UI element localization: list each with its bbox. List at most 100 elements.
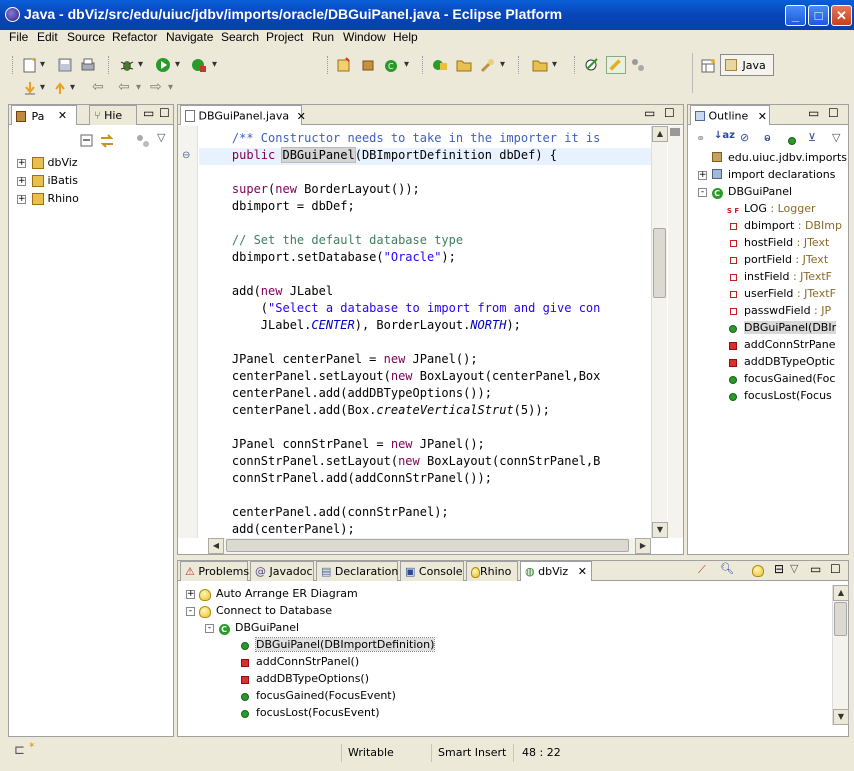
outline-item[interactable]: userField : JTextF	[726, 287, 836, 301]
visualize-icon[interactable]: ⟋	[698, 563, 706, 577]
debug-icon[interactable]	[119, 57, 135, 73]
external-tools-dropdown-icon[interactable]: ▾	[212, 59, 217, 70]
scroll-thumb[interactable]	[834, 602, 847, 636]
code-line[interactable]: centerPanel.add(Box.createVerticalStrut(…	[203, 402, 651, 419]
tab-dbguipanel-java[interactable]: DBGuiPanel.java ✕	[180, 105, 306, 125]
expand-icon[interactable]: -	[698, 187, 707, 197]
perspective-dropdown-icon[interactable]: ▾	[552, 59, 557, 70]
hide-non-public-icon[interactable]	[788, 134, 796, 147]
debug-dropdown-icon[interactable]: ▾	[138, 59, 143, 70]
back-icon[interactable]: ⇦	[118, 79, 130, 95]
scroll-right-button[interactable]: ▶	[635, 538, 651, 554]
outline-item[interactable]: dbimport : DBImp	[726, 219, 842, 233]
code-line[interactable]: dbimport = dbDef;	[203, 198, 651, 215]
scroll-thumb[interactable]	[226, 539, 629, 552]
minimize-view-icon[interactable]: ▭	[143, 106, 154, 120]
outline-item[interactable]: addDBTypeOptic	[726, 355, 835, 369]
outline-item[interactable]: focusLost(Focus	[726, 389, 832, 403]
expand-icon[interactable]: -	[205, 623, 214, 633]
project-item[interactable]: + Rhino	[17, 192, 79, 205]
minimize-view-icon[interactable]: ▭	[808, 106, 819, 120]
fast-view-icon[interactable]: ⊏	[14, 743, 25, 758]
menu-run[interactable]: Run	[312, 30, 334, 44]
code-line[interactable]	[203, 164, 651, 181]
menu-window[interactable]: Window	[343, 30, 386, 44]
code-line[interactable]: centerPanel.add(addDBTypeOptions());	[203, 385, 651, 402]
minimize-view-icon[interactable]: ▭	[810, 562, 821, 576]
sort-icon[interactable]: ↓az	[714, 130, 735, 141]
open-folder-icon[interactable]	[456, 57, 472, 73]
dbviz-tree-item[interactable]: - Connect to Database	[186, 604, 332, 618]
menu-refactor[interactable]: Refactor	[112, 30, 157, 44]
zoom-icon[interactable]: 🔍︎	[720, 562, 734, 575]
forward-icon[interactable]: ⇨	[150, 79, 162, 95]
menu-project[interactable]: Project	[266, 30, 303, 44]
scroll-thumb[interactable]	[653, 228, 666, 298]
tab-rhino[interactable]: Rhino	[466, 561, 518, 581]
back-edit-location-icon[interactable]: ⇦	[92, 79, 104, 95]
next-annotation-icon[interactable]	[22, 80, 38, 96]
dbviz-tree-item[interactable]: focusGained(FocusEvent)	[224, 689, 396, 703]
menu-source[interactable]: Source	[67, 30, 105, 44]
open-perspective-folder-icon[interactable]	[532, 57, 548, 73]
view-menu-icon[interactable]: ▽	[832, 131, 840, 144]
hide-static-icon[interactable]: ⱺ	[764, 131, 771, 144]
code-line[interactable]	[203, 266, 651, 283]
save-icon[interactable]	[57, 57, 73, 73]
forward-dropdown-icon[interactable]: ▾	[168, 82, 173, 93]
tab-console[interactable]: ▣ Console	[400, 561, 464, 581]
code-line[interactable]: public DBGuiPanel(DBImportDefinition dbD…	[203, 147, 651, 164]
outline-item[interactable]: passwdField : JP	[726, 304, 831, 318]
dbviz-tree-item[interactable]: DBGuiPanel(DBImportDefinition)	[224, 637, 436, 652]
maximize-view-icon[interactable]: ☐	[664, 106, 675, 120]
mark-occurrences-icon[interactable]	[606, 56, 626, 74]
code-line[interactable]: JLabel.CENTER), BorderLayout.NORTH);	[203, 317, 651, 334]
back-dropdown-icon[interactable]: ▾	[136, 82, 141, 93]
tab-declaration[interactable]: ▤ Declaration	[316, 561, 398, 581]
external-tools-icon[interactable]	[191, 57, 207, 73]
scroll-up-button[interactable]: ▲	[652, 126, 668, 142]
scroll-down-button[interactable]: ▼	[833, 709, 849, 725]
tab-hierarchy[interactable]: ⑂ Hie	[89, 105, 137, 125]
expand-icon[interactable]: +	[17, 194, 26, 204]
code-line[interactable]	[203, 215, 651, 232]
overview-ruler[interactable]	[668, 126, 683, 538]
code-line[interactable]: centerPanel.add(connStrPanel);	[203, 504, 651, 521]
run-dropdown-icon[interactable]: ▾	[175, 59, 180, 70]
editor-horizontal-scrollbar[interactable]: ◀ ▶	[208, 538, 651, 554]
code-line[interactable]: add(new JLabel	[203, 283, 651, 300]
open-perspective-icon[interactable]	[700, 58, 716, 74]
close-tab-icon[interactable]: ✕	[58, 109, 67, 122]
scroll-left-button[interactable]: ◀	[208, 538, 224, 554]
tab-problems[interactable]: ⚠ Problems	[180, 561, 249, 581]
code-line[interactable]	[203, 334, 651, 351]
hide-local-types-icon[interactable]: ⊻	[808, 131, 816, 144]
new-icon[interactable]	[22, 57, 38, 73]
code-line[interactable]: connStrPanel.add(addConnStrPanel());	[203, 470, 651, 487]
maximize-view-icon[interactable]: ☐	[830, 562, 841, 576]
minimize-view-icon[interactable]: ▭	[644, 106, 655, 120]
project-item[interactable]: + iBatis	[17, 174, 78, 187]
maximize-button[interactable]: □	[808, 5, 829, 26]
tab-dbviz[interactable]: ◍ dbViz ✕	[520, 561, 592, 581]
code-line[interactable]: JPanel centerPanel = new JPanel();	[203, 351, 651, 368]
outline-item[interactable]: edu.uiuc.jdbv.imports	[698, 151, 847, 165]
dbviz-tree-item[interactable]: focusLost(FocusEvent)	[224, 706, 380, 720]
code-line[interactable]: JPanel connStrPanel = new JPanel();	[203, 436, 651, 453]
view-menu-icon[interactable]: ▽	[790, 562, 798, 575]
fold-icon[interactable]: ⊖	[182, 150, 190, 161]
perspective-java-button[interactable]: Java	[720, 54, 774, 76]
run-icon[interactable]	[155, 57, 171, 73]
hide-fields-icon[interactable]: ⊘	[740, 131, 749, 144]
toggle-breakpoint-icon[interactable]	[584, 57, 600, 73]
search-icon[interactable]	[480, 57, 496, 73]
outline-item[interactable]: addConnStrPane	[726, 338, 836, 352]
scroll-up-button[interactable]: ▲	[833, 585, 849, 601]
expand-icon[interactable]: +	[698, 170, 707, 180]
outline-item[interactable]: focusGained(Foc	[726, 372, 835, 386]
new-java-project-icon[interactable]	[336, 57, 352, 73]
code-line[interactable]: connStrPanel.setLayout(new BoxLayout(con…	[203, 453, 651, 470]
open-type-icon[interactable]	[432, 57, 448, 73]
link-with-editor-icon[interactable]	[99, 133, 115, 149]
close-tab-icon[interactable]: ✕	[297, 110, 306, 123]
